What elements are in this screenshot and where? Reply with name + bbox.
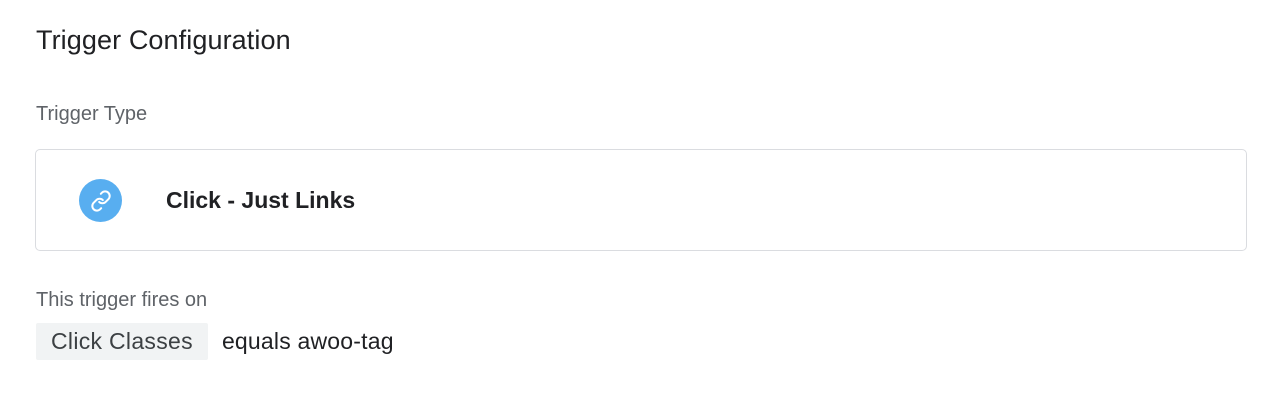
trigger-type-card[interactable]: Click - Just Links (35, 149, 1247, 251)
variable-chip: Click Classes (36, 323, 208, 360)
trigger-configuration-panel: Trigger Configuration Trigger Type Click… (0, 0, 1284, 402)
condition-text: equals awoo-tag (221, 328, 394, 354)
trigger-type-name: Click - Just Links (166, 187, 356, 213)
fires-on-label: This trigger fires on (36, 289, 208, 311)
section-title: Trigger Configuration (36, 25, 291, 55)
firing-condition: Click Classes equals awoo-tag (36, 323, 394, 360)
trigger-type-label: Trigger Type (36, 103, 148, 125)
link-icon (79, 179, 122, 222)
